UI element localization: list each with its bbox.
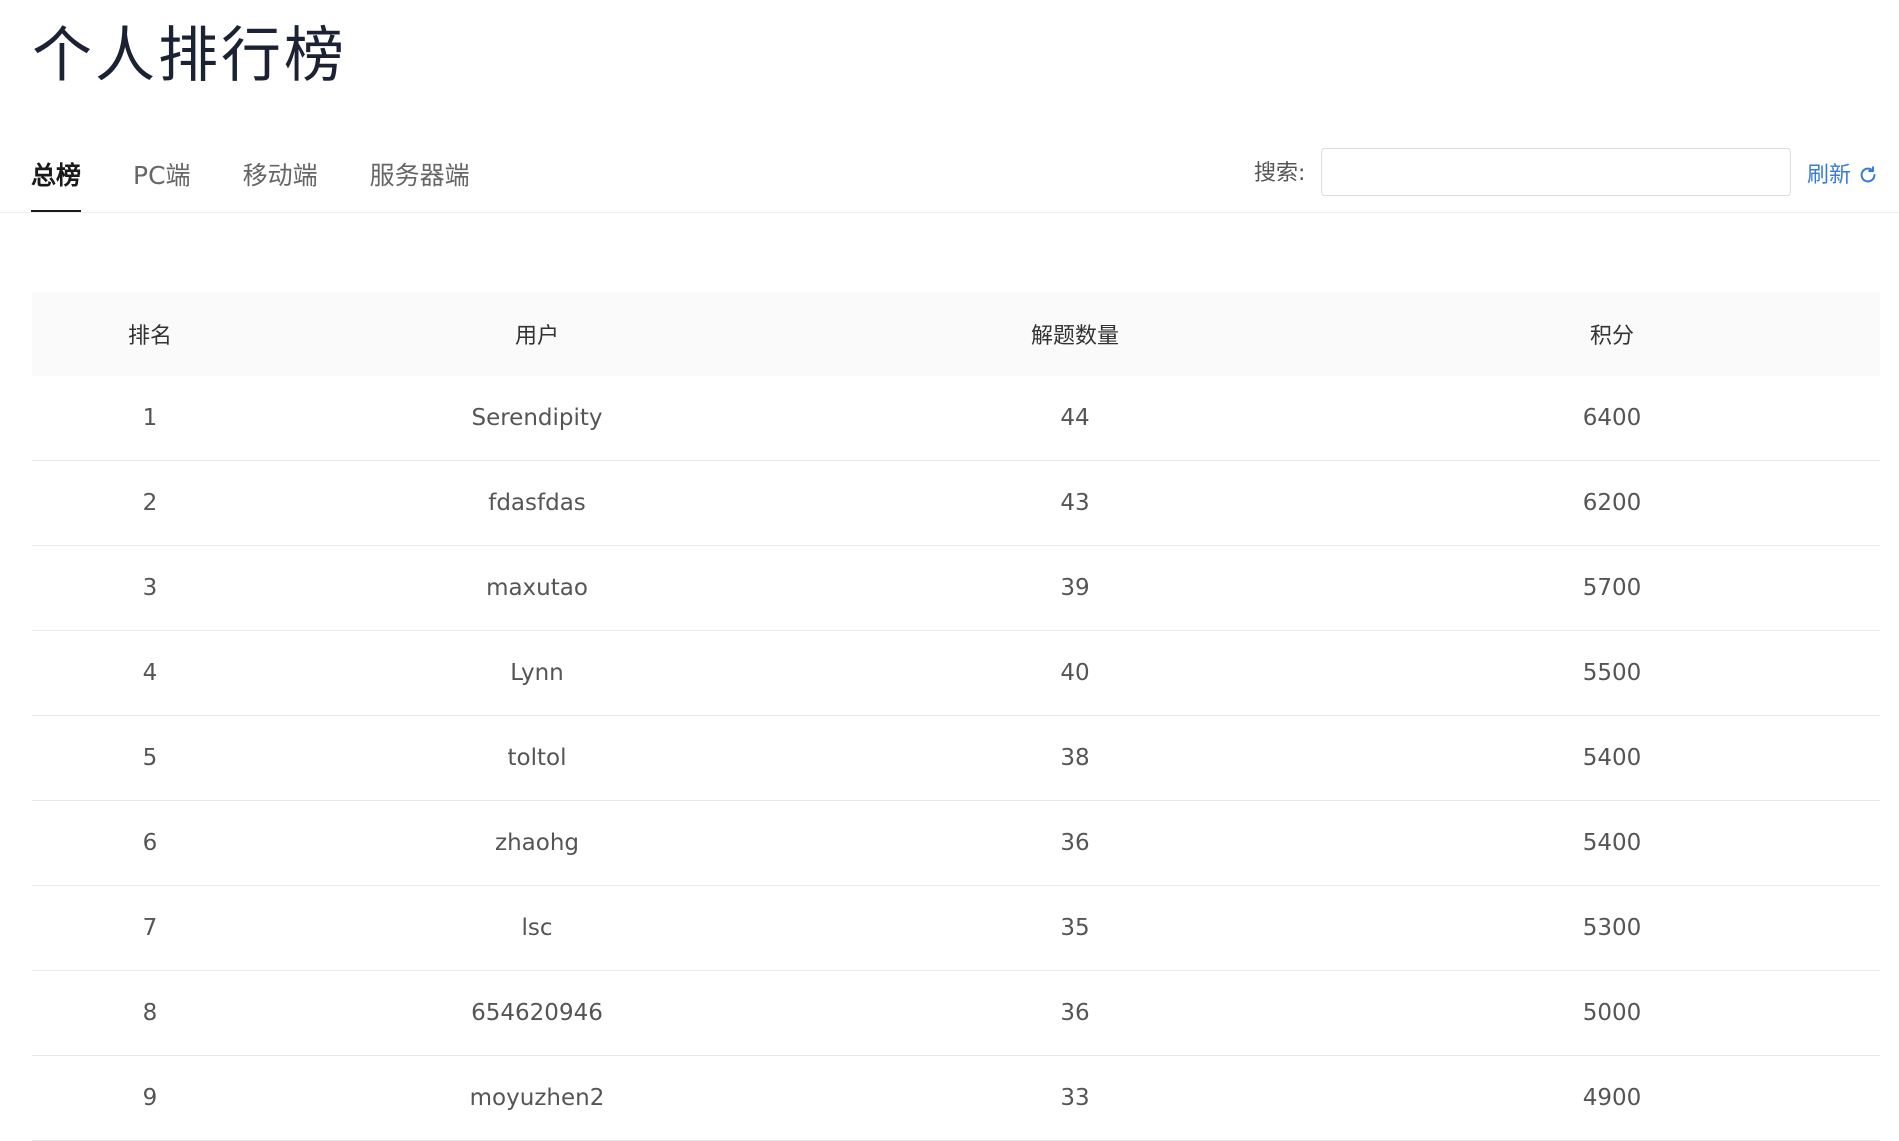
solved-cell: 44 xyxy=(1060,405,1090,431)
solved-cell: 38 xyxy=(1060,745,1090,771)
user-cell: zhaohg xyxy=(495,830,579,856)
rank-cell: 1 xyxy=(142,405,158,431)
rank-cell: 3 xyxy=(142,575,158,601)
refresh-label: 刷新 xyxy=(1807,163,1852,188)
score-cell: 6200 xyxy=(1582,490,1642,516)
tab-server[interactable]: 服务器端 xyxy=(370,140,470,212)
user-cell: Lynn xyxy=(510,660,564,686)
search-input[interactable] xyxy=(1321,148,1791,196)
user-cell: maxutao xyxy=(486,575,588,601)
score-cell: 5700 xyxy=(1582,575,1642,601)
score-cell: 5300 xyxy=(1582,915,1642,941)
solved-cell: 33 xyxy=(1060,1085,1090,1111)
solved-cell: 36 xyxy=(1060,1000,1090,1026)
tab-bar: 总榜 PC端 移动端 服务器端 搜索: 刷新 xyxy=(0,140,1899,213)
user-cell: toltol xyxy=(507,745,567,771)
user-cell: moyuzhen2 xyxy=(469,1085,605,1111)
rank-cell: 6 xyxy=(142,830,158,856)
table-row: 7 lsc 35 5300 xyxy=(32,886,1880,971)
tabs: 总榜 PC端 移动端 服务器端 xyxy=(31,140,522,212)
tab-mobile[interactable]: 移动端 xyxy=(243,140,318,212)
score-cell: 5400 xyxy=(1582,745,1642,771)
score-cell: 5400 xyxy=(1582,830,1642,856)
table-row: 8 654620946 36 5000 xyxy=(32,971,1880,1056)
rank-cell: 2 xyxy=(142,490,158,516)
table-row: 4 Lynn 40 5500 xyxy=(32,631,1880,716)
table-header: 排名 用户 解题数量 积分 xyxy=(32,292,1880,376)
solved-cell: 39 xyxy=(1060,575,1090,601)
solved-cell: 35 xyxy=(1060,915,1090,941)
rank-cell: 9 xyxy=(142,1085,158,1111)
table-row: 1 Serendipity 44 6400 xyxy=(32,376,1880,461)
search-label: 搜索: xyxy=(1254,161,1306,186)
rank-cell: 8 xyxy=(142,1000,158,1026)
table-row: 2 fdasfdas 43 6200 xyxy=(32,461,1880,546)
rank-cell: 4 xyxy=(142,660,158,686)
refresh-icon xyxy=(1860,166,1876,183)
solved-cell: 36 xyxy=(1060,830,1090,856)
column-header-user: 用户 xyxy=(514,324,559,349)
tab-overall[interactable]: 总榜 xyxy=(31,140,82,212)
rank-cell: 7 xyxy=(142,915,158,941)
column-header-rank: 排名 xyxy=(127,324,172,349)
user-cell: 654620946 xyxy=(471,1000,603,1026)
solved-cell: 40 xyxy=(1060,660,1090,686)
table-row: 9 moyuzhen2 33 4900 xyxy=(32,1056,1880,1141)
score-cell: 5000 xyxy=(1582,1000,1642,1026)
table-row: 5 toltol 38 5400 xyxy=(32,716,1880,801)
refresh-button[interactable]: 刷新 xyxy=(1807,140,1879,212)
ranking-table: 排名 用户 解题数量 积分 1 Serendipity 44 6400 2 fd… xyxy=(32,292,1880,1141)
user-cell: fdasfdas xyxy=(488,490,586,516)
score-cell: 5500 xyxy=(1582,660,1642,686)
score-cell: 4900 xyxy=(1582,1085,1642,1111)
solved-cell: 43 xyxy=(1060,490,1090,516)
tab-pc[interactable]: PC端 xyxy=(133,140,191,212)
user-cell: lsc xyxy=(521,915,553,941)
user-cell: Serendipity xyxy=(471,405,603,431)
rank-cell: 5 xyxy=(142,745,158,771)
score-cell: 6400 xyxy=(1582,405,1642,431)
page-title: 个人排行榜 xyxy=(32,21,347,91)
table-row: 3 maxutao 39 5700 xyxy=(32,546,1880,631)
column-header-solved: 解题数量 xyxy=(1030,324,1119,349)
column-header-score: 积分 xyxy=(1589,324,1634,349)
table-row: 6 zhaohg 36 5400 xyxy=(32,801,1880,886)
